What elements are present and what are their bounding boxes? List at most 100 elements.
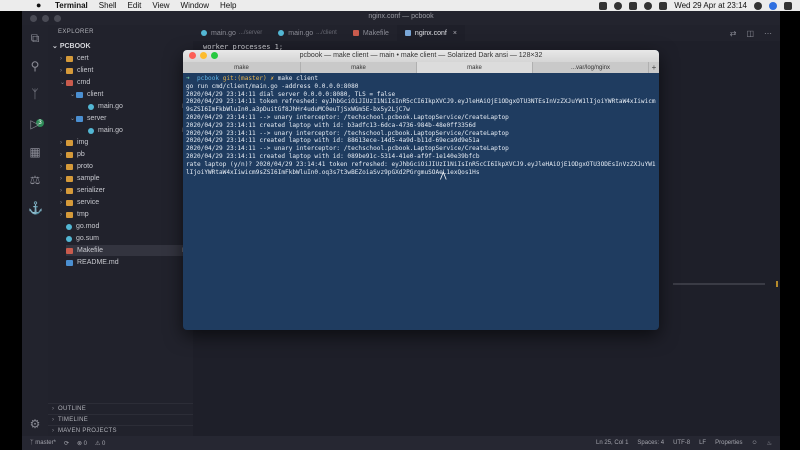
feedback-icon[interactable]: ☺ (751, 440, 757, 446)
sync-icon[interactable]: ⟳ (64, 440, 69, 447)
notifications-bell-icon[interactable]: ♨ (767, 440, 772, 447)
prompt-arrow-icon: ➜ (186, 75, 190, 82)
tree-folder-client[interactable]: › client (60, 65, 93, 76)
search-icon[interactable]: ⚲ (28, 59, 42, 73)
menubar-clock[interactable]: Wed 29 Apr at 23:14 (674, 1, 747, 10)
maven-projects-section[interactable]: › MAVEN PROJECTS (48, 425, 193, 436)
compare-icon[interactable]: ⇄ (730, 29, 737, 38)
warnings-status[interactable]: ⚠ 0 (95, 440, 105, 447)
terminal-tab-2[interactable]: make (301, 62, 417, 73)
tree-file-readme[interactable]: README.md (66, 257, 119, 268)
folder-icon (66, 211, 73, 218)
folder-icon (76, 91, 83, 98)
menu-window[interactable]: Window (181, 1, 209, 10)
terminal-line: 2020/04/29 23:14:11 --> unary intercepto… (186, 129, 509, 137)
tree-file-makefile[interactable]: MakefileM (66, 245, 191, 256)
terminal-window: pcbook — make client — main • make clien… (183, 50, 659, 330)
terminal-output[interactable]: ➜ pcbook git:(master) ✗ make client go ru… (186, 75, 656, 176)
timeline-section[interactable]: › TIMELINE (48, 414, 193, 425)
tab-makefile[interactable]: Makefile (345, 25, 397, 41)
outline-section[interactable]: › OUTLINE (48, 403, 193, 414)
more-actions-icon[interactable]: ⋯ (764, 29, 772, 38)
indentation-status[interactable]: Spaces: 4 (637, 440, 664, 446)
tab-server-main-go[interactable]: main.go .../server (193, 25, 270, 41)
tree-folder-img[interactable]: › img (60, 137, 88, 148)
source-control-icon[interactable]: ᛉ (28, 87, 42, 101)
eol-status[interactable]: LF (699, 440, 706, 446)
folder-icon (66, 199, 73, 206)
tree-folder-pb[interactable]: › pb (60, 149, 85, 160)
terminal-line: 9sZSI6ImFkbWluIn0.a3pDuitGf8JhHr4uduMC0e… (186, 106, 410, 114)
git-branch-status[interactable]: ᛉ master* (30, 440, 56, 446)
terminal-line: 2020/04/29 23:14:11 --> unary intercepto… (186, 113, 509, 121)
prompt-git-branch: git:(master) (222, 75, 267, 82)
close-tab-icon[interactable]: × (453, 30, 457, 37)
control-center-icon[interactable] (784, 1, 792, 10)
scrollbar-marker (776, 281, 778, 287)
makefile-icon (352, 30, 359, 36)
terminal-title: pcbook — make client — main • make clien… (299, 52, 543, 59)
new-tab-button[interactable]: + (649, 62, 659, 73)
explorer-sidebar: EXPLORER ⌄ PCBOOK ›cert ›client ⌄cmd● ⌄c… (48, 25, 193, 436)
go-file-icon (88, 103, 94, 110)
display-icon[interactable] (599, 1, 608, 10)
tree-file-go-mod[interactable]: go.mod (66, 221, 99, 232)
tree-folder-tmp[interactable]: › tmp (60, 209, 89, 220)
vscode-titlebar: nginx.conf — pcbook (22, 11, 780, 25)
tree-folder-cmd-client[interactable]: ⌄client● (70, 89, 191, 100)
battery-icon[interactable] (659, 1, 668, 10)
explorer-icon[interactable]: ⧉ (28, 31, 42, 45)
explorer-title: EXPLORER (58, 29, 94, 35)
wifi-icon[interactable] (644, 1, 653, 10)
tree-folder-service[interactable]: › service (60, 197, 99, 208)
workspace-root[interactable]: ⌄ PCBOOK (52, 42, 91, 50)
terminal-line: 2020/04/29 23:14:11 dial server 0.0.0.0:… (186, 90, 396, 98)
status-app-icon[interactable] (614, 1, 623, 10)
apple-menu-icon[interactable]: ● (36, 1, 45, 10)
go-file-icon (278, 30, 285, 36)
docker-icon[interactable]: ⚓ (28, 201, 43, 215)
editor-line-highlight (673, 283, 765, 285)
split-editor-icon[interactable]: ◫ (746, 29, 754, 38)
menu-terminal[interactable]: Terminal (55, 1, 88, 10)
terminal-tab-3[interactable]: make (417, 62, 533, 73)
folder-icon (66, 139, 73, 146)
run-debug-icon[interactable]: ▷ (28, 117, 42, 131)
menu-edit[interactable]: Edit (128, 1, 142, 10)
terminal-tabs: make make make ...var/log/nginx + (183, 62, 659, 73)
errors-status[interactable]: ⊗ 0 (77, 440, 87, 447)
tab-client-main-go[interactable]: main.go .../client (270, 25, 345, 41)
tree-folder-proto[interactable]: › proto (60, 161, 93, 172)
tree-file-go-sum[interactable]: go.sum (66, 233, 99, 244)
terminal-tab-1[interactable]: make (183, 62, 301, 73)
testing-icon[interactable]: ⚖ (28, 173, 42, 187)
tree-folder-sample[interactable]: › sample (60, 173, 100, 184)
encoding-status[interactable]: UTF-8 (673, 440, 690, 446)
tree-folder-cert[interactable]: › cert (60, 53, 89, 64)
folder-icon (66, 55, 73, 62)
go-file-icon (66, 223, 72, 230)
tree-file-server-main-go[interactable]: main.goM (88, 125, 191, 136)
folder-icon (66, 79, 73, 86)
menu-view[interactable]: View (152, 1, 169, 10)
tab-nginx-conf[interactable]: nginx.conf × (396, 25, 465, 41)
editor-tabs: main.go .../server main.go .../client Make… (193, 25, 780, 41)
terminal-tab-4[interactable]: ...var/log/nginx (533, 62, 649, 73)
tree-file-client-main-go[interactable]: main.goM (88, 101, 191, 112)
search-icon[interactable] (754, 1, 762, 10)
cursor-position[interactable]: Ln 25, Col 1 (596, 440, 628, 446)
user-avatar-icon[interactable] (769, 1, 777, 10)
markdown-file-icon (66, 259, 73, 266)
menu-help[interactable]: Help (220, 1, 236, 10)
settings-gear-icon[interactable]: ⚙ (28, 417, 42, 431)
tree-folder-serializer[interactable]: › serializer (60, 185, 105, 196)
language-mode[interactable]: Properties (715, 440, 742, 446)
menu-shell[interactable]: Shell (99, 1, 117, 10)
tree-folder-cmd[interactable]: ⌄cmd● (60, 77, 191, 88)
bluetooth-icon[interactable] (629, 1, 638, 10)
makefile-icon (66, 247, 73, 254)
tree-folder-cmd-server[interactable]: ⌄server● (70, 113, 191, 124)
extensions-icon[interactable]: ▦ (28, 145, 42, 159)
chevron-right-icon: › (52, 428, 55, 434)
folder-icon (66, 175, 73, 182)
